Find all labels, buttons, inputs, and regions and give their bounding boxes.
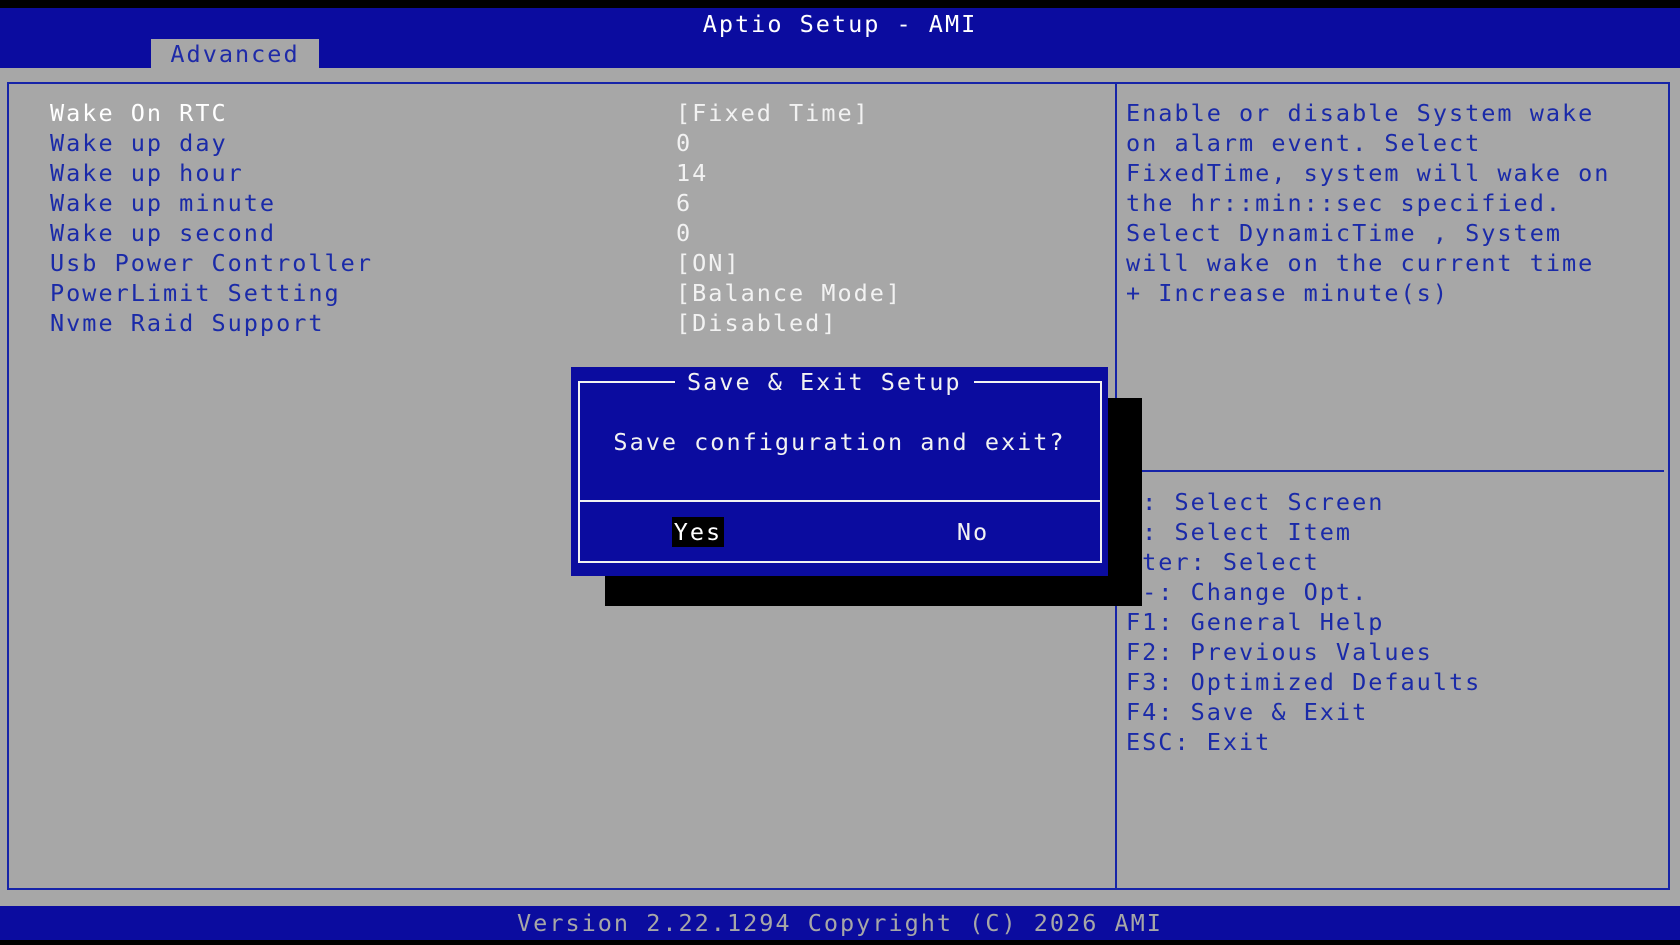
dialog-message: Save configuration and exit? xyxy=(613,428,1066,456)
dialog-title: Save & Exit Setup xyxy=(675,367,974,397)
help-line: FixedTime, system will wake on xyxy=(1126,159,1611,187)
setting-label: Wake up day xyxy=(50,129,228,157)
setting-label: Nvme Raid Support xyxy=(50,309,325,337)
setting-wake-up-day[interactable]: Wake up day 0 xyxy=(50,128,1110,158)
yes-button[interactable]: Yes xyxy=(672,517,724,547)
setting-value[interactable]: 0 xyxy=(676,218,692,248)
setting-label: PowerLimit Setting xyxy=(50,279,341,307)
help-line: Enable or disable System wake xyxy=(1126,99,1595,127)
help-line: the hr::min::sec specified. xyxy=(1126,189,1563,217)
help-divider xyxy=(1117,470,1664,472)
help-line: will wake on the current time xyxy=(1126,249,1595,277)
setting-usb-power-controller[interactable]: Usb Power Controller [ON] xyxy=(50,248,1110,278)
setting-value[interactable]: [Balance Mode] xyxy=(676,278,902,308)
setting-value[interactable]: [Disabled] xyxy=(676,308,837,338)
setting-label: Usb Power Controller xyxy=(50,249,373,277)
setting-wake-up-second[interactable]: Wake up second 0 xyxy=(50,218,1110,248)
setting-label: Wake up second xyxy=(50,219,277,247)
setting-value[interactable]: [Fixed Time] xyxy=(676,98,870,128)
setting-label: Wake up minute xyxy=(50,189,277,217)
setting-wake-on-rtc[interactable]: Wake On RTC [Fixed Time] xyxy=(50,98,1110,128)
key-hint: ESC: Exit xyxy=(1126,728,1272,756)
setting-wake-up-hour[interactable]: Wake up hour 14 xyxy=(50,158,1110,188)
key-hint: ↓: Select Item xyxy=(1126,518,1353,546)
setting-value[interactable]: 6 xyxy=(676,188,692,218)
no-button[interactable]: No xyxy=(947,517,999,547)
dialog-border xyxy=(578,381,1102,563)
setting-label: Wake On RTC xyxy=(50,99,228,127)
setting-nvme-raid[interactable]: Nvme Raid Support [Disabled] xyxy=(50,308,1110,338)
help-line: on alarm event. Select xyxy=(1126,129,1482,157)
setting-powerlimit[interactable]: PowerLimit Setting [Balance Mode] xyxy=(50,278,1110,308)
setting-value[interactable]: 14 xyxy=(676,158,708,188)
key-hint: /-: Change Opt. xyxy=(1126,578,1369,606)
setting-value[interactable]: [ON] xyxy=(676,248,741,278)
setting-label: Wake up hour xyxy=(50,159,244,187)
key-hint: F3: Optimized Defaults xyxy=(1126,668,1482,696)
version-text: Version 2.22.1294 Copyright (C) 2026 AMI xyxy=(517,909,1163,937)
setting-value[interactable]: 0 xyxy=(676,128,692,158)
setting-wake-up-minute[interactable]: Wake up minute 6 xyxy=(50,188,1110,218)
dialog-separator xyxy=(580,500,1100,502)
key-hint: nter: Select xyxy=(1126,548,1320,576)
key-hint: F1: General Help xyxy=(1126,608,1385,636)
tab-advanced[interactable]: Advanced xyxy=(151,39,319,69)
key-hint: ←: Select Screen xyxy=(1126,488,1385,516)
app-title: Aptio Setup - AMI xyxy=(702,10,978,38)
help-line: + Increase minute(s) xyxy=(1126,279,1449,307)
help-line: Select DynamicTime , System xyxy=(1126,219,1563,247)
key-hint: F2: Previous Values xyxy=(1126,638,1433,666)
key-hint: F4: Save & Exit xyxy=(1126,698,1369,726)
